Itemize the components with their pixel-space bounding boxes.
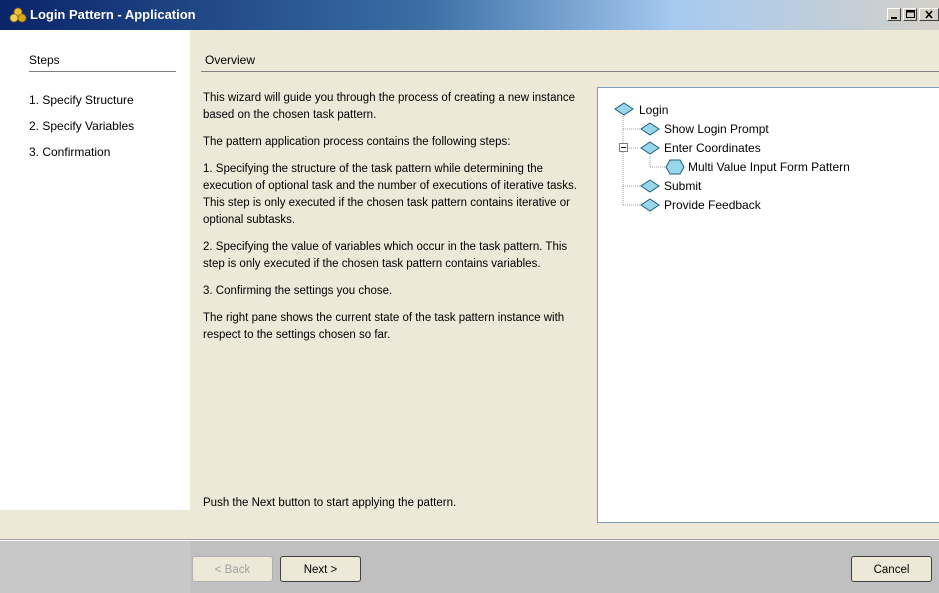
overview-header: Overview xyxy=(205,53,256,67)
step-item-confirmation: 3. Confirmation xyxy=(29,145,111,159)
tree-node-show-login-prompt[interactable]: Show Login Prompt xyxy=(664,122,769,136)
back-button[interactable]: < Back xyxy=(192,556,273,582)
enter-coordinates-node-icon xyxy=(640,141,660,155)
tree-node-multi-value-input-form-pattern[interactable]: Multi Value Input Form Pattern xyxy=(688,160,850,174)
login-node-icon xyxy=(614,102,634,116)
provide-feedback-node-icon xyxy=(640,198,660,212)
overview-paragraph-step1: 1. Specifying the structure of the task … xyxy=(203,163,577,226)
tree-node-enter-coordinates[interactable]: Enter Coordinates xyxy=(664,141,761,155)
close-button[interactable] xyxy=(919,8,939,21)
steps-header: Steps xyxy=(29,53,60,67)
step-item-specify-variables: 2. Specify Variables xyxy=(29,119,135,133)
overview-paragraph-right-pane: The right pane shows the current state o… xyxy=(203,312,565,341)
wizard-window: Login Pattern - Application Steps 1. Spe… xyxy=(0,0,939,593)
steps-divider xyxy=(29,71,176,72)
tree-node-provide-feedback[interactable]: Provide Feedback xyxy=(664,198,761,212)
steps-panel: Steps 1. Specify Structure 2. Specify Va… xyxy=(0,30,190,510)
title-bar[interactable]: Login Pattern - Application xyxy=(0,0,939,30)
pattern-node-icon xyxy=(665,159,685,175)
overview-text: This wizard will guide you through the p… xyxy=(203,90,588,354)
overview-footer: Push the Next button to start applying t… xyxy=(203,497,457,509)
collapse-toggle-icon[interactable] xyxy=(619,143,628,152)
next-button[interactable]: Next > xyxy=(280,556,361,582)
overview-paragraph-intro: This wizard will guide you through the p… xyxy=(203,92,576,121)
tree-node-login[interactable]: Login xyxy=(639,103,668,117)
window-title: Login Pattern - Application xyxy=(30,7,196,22)
overview-paragraph-step3: 3. Confirming the settings you chose. xyxy=(203,285,393,297)
overview-divider xyxy=(201,71,939,72)
task-tree-pane[interactable]: Login Show Login Prompt Enter Coordinate… xyxy=(597,87,939,523)
step-item-specify-structure: 1. Specify Structure xyxy=(29,93,134,107)
app-icon xyxy=(9,6,27,24)
maximize-button[interactable] xyxy=(903,8,917,21)
cancel-button[interactable]: Cancel xyxy=(851,556,932,582)
show-login-prompt-node-icon xyxy=(640,122,660,136)
tree-node-submit[interactable]: Submit xyxy=(664,179,701,193)
submit-node-icon xyxy=(640,179,660,193)
overview-paragraph-steps: The pattern application process contains… xyxy=(203,136,511,148)
minimize-button[interactable] xyxy=(887,8,901,21)
overview-paragraph-step2: 2. Specifying the value of variables whi… xyxy=(203,241,568,270)
button-bar-left xyxy=(0,541,190,593)
